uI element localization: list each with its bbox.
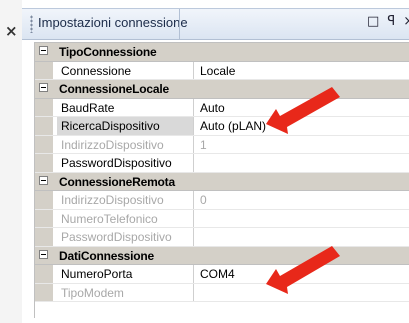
connection-settings-panel: Impostazioni connessione □ ꟼ × TipoConne… — [22, 0, 409, 323]
property-name: NumeroPorta — [57, 265, 194, 283]
category-label: DatiConnessione — [59, 248, 155, 263]
row-gutter — [35, 61, 53, 79]
property-row[interactable]: Connessione Locale — [35, 61, 409, 82]
category-label: ConnessioneLocale — [59, 82, 169, 96]
property-name: TipoModem — [57, 283, 194, 301]
property-value[interactable] — [195, 154, 200, 174]
property-value — [195, 228, 200, 248]
pin-close-icons[interactable]: □ ꟼ × — [367, 14, 409, 29]
row-gutter — [35, 228, 53, 246]
property-value[interactable]: COM4 — [195, 265, 235, 285]
collapse-icon[interactable] — [39, 46, 48, 55]
property-row-selected[interactable]: RicercaDispositivo Auto (pLAN) — [35, 117, 409, 136]
property-value[interactable]: Auto (pLAN) — [195, 117, 266, 137]
collapse-icon[interactable] — [39, 83, 48, 92]
collapse-icon[interactable] — [39, 175, 48, 185]
property-name: IndirizzoDispositivo — [57, 135, 194, 153]
category-row[interactable]: ConnessioneRemota — [35, 172, 409, 191]
row-gutter — [35, 117, 53, 135]
red-arrow-icon — [266, 246, 340, 294]
arrow-shape-2 — [266, 246, 340, 294]
property-value: 1 — [200, 137, 207, 152]
property-row: TipoModem — [35, 283, 409, 304]
property-name: PasswordDispositivo — [57, 154, 194, 172]
property-row[interactable]: NumeroPorta COM4 — [35, 265, 409, 284]
row-gutter — [35, 154, 53, 172]
property-value: 0 — [200, 193, 207, 207]
property-name: PasswordDispositivo — [57, 228, 194, 246]
property-row[interactable]: PasswordDispositivo — [35, 154, 409, 173]
property-row[interactable]: IndirizzoDispositivo 1 — [35, 135, 409, 154]
property-name: IndirizzoDispositivo — [57, 191, 194, 209]
category-row[interactable]: DatiConnessione — [35, 246, 409, 265]
property-value[interactable]: Auto — [195, 99, 225, 119]
property-name: BaudRate — [57, 98, 194, 116]
property-name: RicercaDispositivo — [57, 117, 194, 135]
title-divider — [179, 9, 180, 39]
property-name: NumeroTelefonico — [57, 209, 194, 227]
property-row: NumeroTelefonico — [35, 209, 409, 230]
property-value[interactable]: Locale — [195, 62, 235, 82]
property-row[interactable]: BaudRate Auto — [35, 98, 409, 119]
row-gutter — [35, 209, 53, 227]
property-grid: TipoConnessione Connessione Locale Conne… — [34, 42, 409, 318]
row-gutter — [35, 135, 53, 153]
row-gutter — [35, 265, 53, 283]
close-icon[interactable]: × — [5, 22, 18, 40]
collapse-icon[interactable] — [39, 249, 48, 259]
row-gutter — [35, 283, 53, 301]
left-dock-strip: × — [0, 0, 23, 323]
panel-title: Impostazioni connessione — [38, 15, 188, 30]
row-gutter — [35, 191, 53, 209]
red-arrow-icon — [266, 87, 340, 134]
property-value — [195, 284, 200, 304]
category-row[interactable]: TipoConnessione — [35, 43, 409, 62]
property-name: Connessione — [57, 61, 194, 79]
category-label: TipoConnessione — [59, 45, 157, 59]
property-row: PasswordDispositivo — [35, 228, 409, 247]
row-gutter — [35, 98, 53, 116]
property-value — [195, 210, 200, 230]
panel-titlebar: Impostazioni connessione □ ꟼ × — [22, 8, 409, 40]
category-row[interactable]: ConnessioneLocale — [35, 80, 409, 99]
arrow-shape-1 — [266, 87, 340, 134]
category-label: ConnessioneRemota — [59, 174, 175, 189]
grip-icon[interactable] — [30, 15, 33, 33]
property-row: IndirizzoDispositivo 0 — [35, 191, 409, 210]
